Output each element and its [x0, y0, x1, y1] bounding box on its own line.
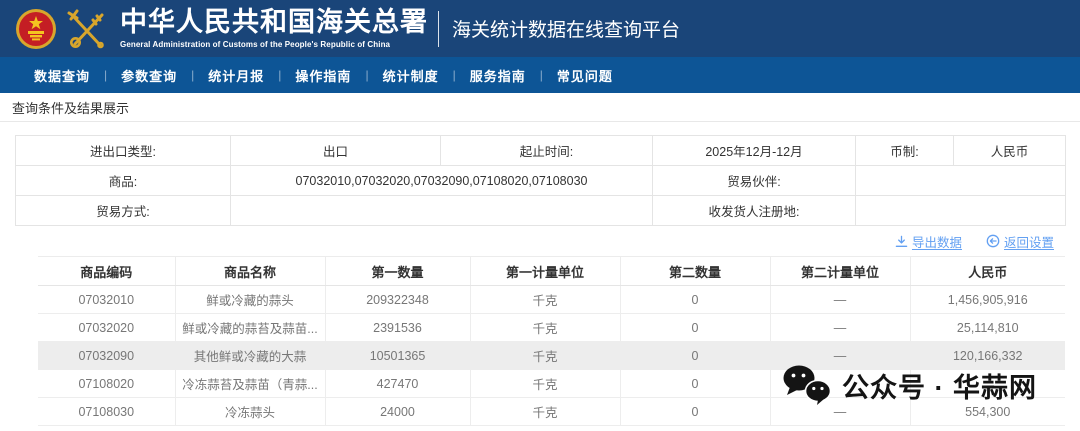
section-title: 查询条件及结果展示 — [0, 93, 1080, 122]
cell-unit2 — [770, 370, 910, 398]
field-value-trade-partner — [856, 166, 1066, 196]
field-value-currency: 人民币 — [954, 136, 1066, 166]
org-title-block: 中华人民共和国海关总署 General Administration of Cu… — [120, 8, 428, 48]
cell-unit2: — — [770, 286, 910, 314]
field-value-commodity: 07032010,07032020,07032090,07108020,0710… — [231, 166, 653, 196]
nav-item-service-guide[interactable]: 服务指南 — [456, 66, 540, 85]
field-value-trade-mode — [231, 196, 653, 226]
cell-qty1: 24000 — [325, 398, 470, 426]
table-row-highlighted: 07032090 其他鲜或冷藏的大蒜 10501365 千克 0 — 120,1… — [38, 342, 1065, 370]
cell-qty1: 10501365 — [325, 342, 470, 370]
nav-item-param-query[interactable]: 参数查询 — [107, 66, 191, 85]
cell-unit1: 千克 — [470, 286, 620, 314]
back-to-settings-button[interactable]: 返回设置 — [986, 232, 1054, 251]
cell-rmb — [910, 370, 1065, 398]
field-label-commodity: 商品: — [16, 166, 231, 196]
cell-qty1: 427470 — [325, 370, 470, 398]
back-arrow-icon — [986, 234, 1000, 248]
results-table: 商品编码 商品名称 第一数量 第一计量单位 第二数量 第二计量单位 人民币 07… — [38, 256, 1065, 426]
nav-item-statistics-system[interactable]: 统计制度 — [369, 66, 453, 85]
cell-qty2: 0 — [620, 398, 770, 426]
cell-unit1: 千克 — [470, 314, 620, 342]
cell-code: 07108030 — [38, 398, 175, 426]
cell-qty2: 0 — [620, 370, 770, 398]
table-actions: 导出数据 返回设置 — [0, 228, 1080, 254]
org-name: 中华人民共和国海关总署 — [120, 8, 428, 36]
cell-unit1: 千克 — [470, 370, 620, 398]
col-header-commodity-name: 商品名称 — [175, 257, 325, 286]
cell-code: 07032020 — [38, 314, 175, 342]
back-to-settings-label: 返回设置 — [1004, 232, 1054, 251]
cell-unit1: 千克 — [470, 398, 620, 426]
field-label-registration-place: 收发货人注册地: — [653, 196, 856, 226]
field-label-trade-direction: 进出口类型: — [16, 136, 231, 166]
header-divider — [438, 11, 439, 47]
col-header-commodity-code: 商品编码 — [38, 257, 175, 286]
main-nav: 数据查询 参数查询 统计月报 操作指南 统计制度 服务指南 常见问题 — [0, 57, 1080, 93]
org-name-en: General Administration of Customs of the… — [120, 40, 428, 49]
cell-unit2: — — [770, 314, 910, 342]
app-header: 中华人民共和国海关总署 General Administration of Cu… — [0, 0, 1080, 57]
cell-qty2: 0 — [620, 314, 770, 342]
table-row: 07032010 鲜或冷藏的蒜头 209322348 千克 0 — 1,456,… — [38, 286, 1065, 314]
customs-logo-icon — [64, 6, 110, 52]
table-row: 07108030 冷冻蒜头 24000 千克 0 — 554,300 — [38, 398, 1065, 426]
col-header-first-unit: 第一计量单位 — [470, 257, 620, 286]
export-data-label: 导出数据 — [912, 232, 962, 251]
condition-row: 商品: 07032010,07032020,07032090,07108020,… — [16, 166, 1066, 196]
download-icon — [895, 235, 908, 248]
table-row: 07108020 冷冻蒜苔及蒜苗（青蒜... 427470 千克 0 — [38, 370, 1065, 398]
field-value-trade-direction: 出口 — [231, 136, 441, 166]
cell-code: 07032010 — [38, 286, 175, 314]
field-label-currency: 币制: — [856, 136, 954, 166]
cell-name: 冷冻蒜头 — [175, 398, 325, 426]
export-data-button[interactable]: 导出数据 — [895, 232, 962, 251]
nav-item-faq[interactable]: 常见问题 — [543, 66, 627, 85]
cell-name: 鲜或冷藏的蒜头 — [175, 286, 325, 314]
condition-row: 贸易方式: 收发货人注册地: — [16, 196, 1066, 226]
field-label-trade-mode: 贸易方式: — [16, 196, 231, 226]
cell-rmb: 1,456,905,916 — [910, 286, 1065, 314]
field-value-registration-place — [856, 196, 1066, 226]
field-label-trade-partner: 贸易伙伴: — [653, 166, 856, 196]
field-label-time-range: 起止时间: — [441, 136, 653, 166]
cell-qty1: 209322348 — [325, 286, 470, 314]
cell-qty2: 0 — [620, 286, 770, 314]
cell-rmb: 554,300 — [910, 398, 1065, 426]
table-row: 07032020 鲜或冷藏的蒜苔及蒜苗... 2391536 千克 0 — 25… — [38, 314, 1065, 342]
col-header-first-quantity: 第一数量 — [325, 257, 470, 286]
cell-rmb: 120,166,332 — [910, 342, 1065, 370]
cell-name: 鲜或冷藏的蒜苔及蒜苗... — [175, 314, 325, 342]
col-header-second-quantity: 第二数量 — [620, 257, 770, 286]
cell-qty2: 0 — [620, 342, 770, 370]
col-header-rmb: 人民币 — [910, 257, 1065, 286]
platform-title: 海关统计数据在线查询平台 — [452, 15, 680, 42]
field-value-time-range: 2025年12月-12月 — [653, 136, 856, 166]
nav-item-operation-guide[interactable]: 操作指南 — [281, 66, 365, 85]
nav-item-data-query[interactable]: 数据查询 — [20, 66, 104, 85]
query-conditions-table: 进出口类型: 出口 起止时间: 2025年12月-12月 币制: 人民币 商品:… — [15, 135, 1066, 226]
cell-rmb: 25,114,810 — [910, 314, 1065, 342]
nav-item-monthly-report[interactable]: 统计月报 — [194, 66, 278, 85]
cell-unit2: — — [770, 342, 910, 370]
cell-code: 07108020 — [38, 370, 175, 398]
cell-unit1: 千克 — [470, 342, 620, 370]
results-header-row: 商品编码 商品名称 第一数量 第一计量单位 第二数量 第二计量单位 人民币 — [38, 257, 1065, 286]
col-header-second-unit: 第二计量单位 — [770, 257, 910, 286]
condition-row: 进出口类型: 出口 起止时间: 2025年12月-12月 币制: 人民币 — [16, 136, 1066, 166]
cell-qty1: 2391536 — [325, 314, 470, 342]
cell-unit2: — — [770, 398, 910, 426]
cell-code: 07032090 — [38, 342, 175, 370]
cell-name: 冷冻蒜苔及蒜苗（青蒜... — [175, 370, 325, 398]
national-emblem-icon — [15, 8, 57, 50]
cell-name: 其他鲜或冷藏的大蒜 — [175, 342, 325, 370]
